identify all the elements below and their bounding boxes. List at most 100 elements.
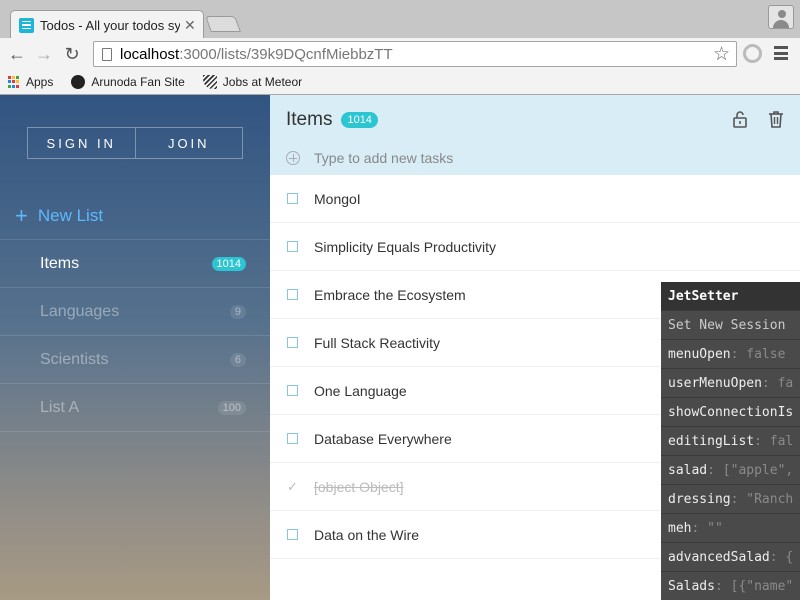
browser-chrome: Todos - All your todos syn ✕ ← → ↻ local…	[0, 0, 800, 95]
todo-text[interactable]: One Language	[314, 383, 407, 399]
session-var-value: : fal	[754, 433, 794, 449]
session-var-row[interactable]: userMenuOpen: fa	[661, 369, 800, 398]
browser-toolbar: ← → ↻ localhost:3000/lists/39k9DQcnfMieb…	[0, 38, 800, 70]
todo-checkbox[interactable]	[287, 385, 298, 396]
bookmark-meteor-jobs[interactable]: Jobs at Meteor	[202, 75, 303, 89]
list-item: Simplicity Equals Productivity	[270, 223, 800, 271]
forward-arrow-icon[interactable]: →	[32, 42, 56, 66]
session-var-row[interactable]: editingList: fal	[661, 427, 800, 456]
chrome-menu-icon[interactable]	[774, 46, 788, 60]
session-var-key: editingList	[668, 433, 755, 449]
extension-icon[interactable]	[743, 44, 762, 63]
session-var-value: : fa	[761, 375, 794, 391]
set-new-session-button[interactable]: Set New Session	[661, 311, 800, 340]
todo-count-badge: 1014	[341, 112, 378, 128]
list-count-badge: 1014	[211, 256, 246, 271]
session-var-value: : false	[730, 346, 786, 362]
add-circle-icon	[286, 151, 300, 165]
list-name: Languages	[40, 302, 120, 320]
session-var-row[interactable]: dressing: "Ranch	[661, 485, 800, 514]
session-var-key: salad	[668, 462, 708, 478]
todo-text[interactable]: [object Object]	[314, 479, 404, 495]
todo-checkbox[interactable]	[287, 337, 298, 348]
join-button[interactable]: JOIN	[134, 128, 243, 158]
address-bar[interactable]: localhost:3000/lists/39k9DQcnfMiebbzTT ☆	[93, 41, 737, 67]
reload-icon[interactable]: ↻	[60, 42, 84, 66]
todo-text[interactable]: Embrace the Ecosystem	[314, 287, 466, 303]
todo-text[interactable]: MongoI	[314, 191, 361, 207]
tab-title: Todos - All your todos syn	[40, 17, 180, 33]
sidebar-item-list-a[interactable]: List A 100	[0, 384, 270, 432]
new-list-button[interactable]: + New List	[15, 203, 103, 229]
page-icon	[102, 47, 112, 61]
todo-checkbox[interactable]	[287, 241, 298, 252]
tab-close-icon[interactable]: ✕	[184, 17, 196, 34]
session-var-value: : "Ranch	[730, 491, 794, 507]
session-var-value: : {	[769, 549, 794, 565]
bookmark-label: Apps	[26, 75, 54, 89]
todo-checkbox[interactable]	[287, 289, 298, 300]
browser-tab[interactable]: Todos - All your todos syn ✕	[10, 10, 204, 39]
session-var-key: Salads	[668, 578, 715, 594]
sign-in-button[interactable]: SIGN IN	[28, 128, 135, 158]
auth-buttons: SIGN IN JOIN	[27, 127, 243, 159]
new-list-label: New List	[37, 206, 104, 225]
todo-checkbox[interactable]	[287, 193, 298, 204]
bookmark-arunoda[interactable]: Arunoda Fan Site	[71, 75, 185, 89]
url-path: :3000/lists/39k9DQcnfMiebbzTT	[179, 45, 393, 63]
todo-text[interactable]: Data on the Wire	[314, 527, 419, 543]
list-name: Items	[40, 254, 80, 272]
list-nav: Items 1014 Languages 9 Scientists 6 List…	[0, 239, 270, 432]
list-title-row: Items 1014	[286, 109, 378, 131]
new-task-input[interactable]	[314, 150, 614, 166]
session-var-key: userMenuOpen	[668, 375, 762, 391]
profile-icon[interactable]	[768, 5, 794, 29]
session-var-key: meh	[668, 520, 692, 536]
session-var-key: dressing	[668, 491, 731, 507]
back-arrow-icon[interactable]: ←	[5, 42, 29, 66]
todo-checkbox[interactable]	[287, 529, 298, 540]
todo-checkbox[interactable]	[287, 433, 298, 444]
meteor-icon	[202, 75, 217, 89]
apps-icon	[8, 76, 20, 88]
todo-text[interactable]: Simplicity Equals Productivity	[314, 239, 496, 255]
list-count-badge: 6	[229, 352, 246, 367]
session-var-row[interactable]: Salads: [{"name"	[661, 572, 800, 600]
sidebar-item-items[interactable]: Items 1014	[0, 240, 270, 288]
session-var-row[interactable]: showConnectionIs	[661, 398, 800, 427]
bookmark-star-icon[interactable]: ☆	[713, 43, 730, 66]
session-var-row[interactable]: advancedSalad: {	[661, 543, 800, 572]
checkmark-icon[interactable]: ✓	[287, 480, 298, 493]
session-var-row[interactable]: menuOpen: false	[661, 340, 800, 369]
list-header: Items 1014	[270, 95, 800, 175]
jetsetter-title[interactable]: JetSetter	[661, 282, 800, 311]
session-var-row[interactable]: salad: ["apple",	[661, 456, 800, 485]
list-name: List A	[40, 398, 80, 416]
session-var-key: advancedSalad	[668, 549, 770, 565]
session-var-value: : ""	[691, 520, 723, 536]
session-var-value: : ["apple",	[707, 462, 794, 478]
sidebar-item-languages[interactable]: Languages 9	[0, 288, 270, 336]
session-var-value: : [{"name"	[714, 578, 794, 594]
plus-icon: +	[15, 203, 28, 228]
jetsetter-panel: JetSetter Set New Session menuOpen: fals…	[661, 282, 800, 600]
session-var-key: menuOpen	[668, 346, 731, 362]
unlock-icon[interactable]	[730, 109, 750, 129]
github-icon	[71, 75, 86, 89]
list-name: Scientists	[40, 350, 109, 368]
list-count-badge: 100	[217, 400, 246, 415]
new-tab-button[interactable]	[205, 16, 241, 32]
trash-icon[interactable]	[766, 109, 786, 129]
todo-text[interactable]: Full Stack Reactivity	[314, 335, 440, 351]
todos-favicon-icon	[19, 17, 34, 33]
session-var-key: showConnectionIs	[668, 404, 794, 420]
sidebar: SIGN IN JOIN + New List Items 1014 Langu…	[0, 95, 270, 600]
bookmark-label: Jobs at Meteor	[222, 75, 303, 89]
bookmark-apps[interactable]: Apps	[8, 75, 53, 89]
list-count-badge: 9	[229, 304, 246, 319]
session-var-row[interactable]: meh: ""	[661, 514, 800, 543]
sidebar-item-scientists[interactable]: Scientists 6	[0, 336, 270, 384]
page-title[interactable]: Items	[286, 109, 332, 131]
list-item: MongoI	[270, 175, 800, 223]
todo-text[interactable]: Database Everywhere	[314, 431, 452, 447]
